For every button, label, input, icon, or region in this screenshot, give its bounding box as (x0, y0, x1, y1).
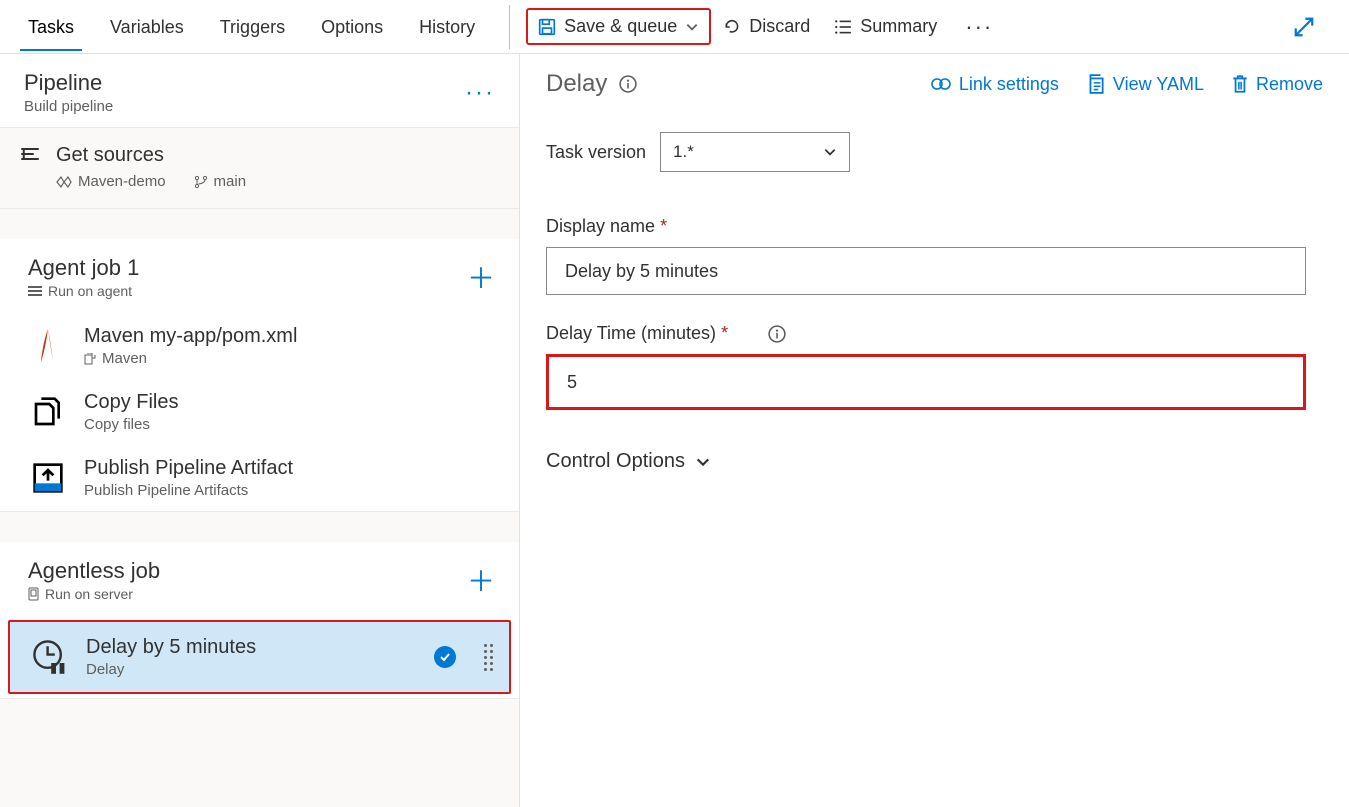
branch-indicator: main (194, 173, 247, 190)
pipeline-sidebar: Pipeline Build pipeline ··· Get sources … (0, 54, 520, 807)
task-success-icon (434, 646, 456, 668)
save-and-queue-label: Save & queue (564, 16, 677, 37)
agentless-job-header[interactable]: Agentless job Run on server ＋ (0, 542, 519, 616)
maven-icon (30, 328, 66, 364)
task-detail-panel: Delay Link settings View YAML Remove (520, 54, 1349, 807)
agent-job-header[interactable]: Agent job 1 Run on agent ＋ (0, 239, 519, 313)
tab-triggers[interactable]: Triggers (202, 3, 303, 50)
task-version-value: 1.* (673, 142, 694, 162)
undo-icon (723, 18, 741, 36)
task-subtitle: Publish Pipeline Artifacts (84, 482, 293, 499)
get-sources-title: Get sources (56, 144, 246, 167)
sources-icon (20, 144, 40, 164)
panel-heading: Delay (546, 70, 637, 98)
task-version-select[interactable]: 1.* (660, 132, 850, 172)
summary-label: Summary (860, 16, 937, 37)
task-subtitle: Delay (86, 661, 256, 678)
tab-variables[interactable]: Variables (92, 3, 202, 50)
chevron-down-icon (823, 145, 837, 159)
chevron-down-icon (695, 454, 711, 470)
add-task-button[interactable]: ＋ (467, 257, 495, 297)
expand-icon[interactable] (1269, 16, 1339, 38)
task-title: Maven my-app/pom.xml (84, 325, 297, 348)
task-subtitle: Maven (84, 350, 297, 367)
add-task-button[interactable]: ＋ (467, 560, 495, 600)
discard-label: Discard (749, 16, 810, 37)
top-tabs-bar: Tasks Variables Triggers Options History… (0, 0, 1349, 54)
remove-button[interactable]: Remove (1232, 74, 1323, 95)
delay-time-input[interactable] (546, 354, 1306, 410)
task-delay[interactable]: Delay by 5 minutes Delay (8, 620, 511, 694)
task-publish-artifact[interactable]: Publish Pipeline Artifact Publish Pipeli… (0, 445, 519, 511)
tab-options[interactable]: Options (303, 3, 401, 50)
save-icon (538, 18, 556, 36)
task-title: Delay by 5 minutes (86, 636, 256, 659)
display-name-input[interactable] (546, 247, 1306, 295)
task-title: Publish Pipeline Artifact (84, 457, 293, 480)
task-maven[interactable]: Maven my-app/pom.xml Maven (0, 313, 519, 379)
copy-icon (30, 394, 66, 430)
more-actions-button[interactable]: ··· (949, 14, 1009, 40)
discard-button[interactable]: Discard (711, 8, 822, 45)
repo-indicator: Maven-demo (56, 173, 166, 190)
delay-icon (32, 639, 68, 675)
save-and-queue-button[interactable]: Save & queue (526, 8, 711, 45)
task-subtitle: Copy files (84, 416, 178, 433)
task-title: Copy Files (84, 391, 178, 414)
agentless-job-title: Agentless job (28, 558, 160, 584)
view-yaml-button[interactable]: View YAML (1087, 74, 1204, 95)
pipeline-more-button[interactable]: ··· (465, 79, 495, 107)
list-icon (834, 18, 852, 36)
publish-icon (30, 460, 66, 496)
control-options-toggle[interactable]: Control Options (546, 438, 711, 473)
separator (509, 5, 510, 49)
info-icon[interactable] (768, 325, 786, 343)
info-icon[interactable] (619, 75, 637, 93)
agent-job-title: Agent job 1 (28, 255, 139, 281)
delay-time-label: Delay Time (minutes) * (546, 323, 1323, 344)
agentless-job-subtitle: Run on server (28, 586, 160, 602)
agent-job-subtitle: Run on agent (28, 283, 139, 299)
summary-button[interactable]: Summary (822, 8, 949, 45)
pipeline-title: Pipeline (24, 70, 113, 96)
pipeline-subtitle: Build pipeline (24, 98, 113, 115)
task-copy-files[interactable]: Copy Files Copy files (0, 379, 519, 445)
display-name-label: Display name * (546, 216, 1323, 237)
get-sources-row[interactable]: Get sources Maven-demo main (0, 128, 519, 208)
pipeline-header[interactable]: Pipeline Build pipeline ··· (0, 54, 519, 127)
tab-history[interactable]: History (401, 3, 493, 50)
task-version-label: Task version (546, 142, 646, 163)
drag-handle-icon[interactable] (484, 644, 493, 671)
link-settings-button[interactable]: Link settings (931, 74, 1059, 95)
tab-tasks[interactable]: Tasks (10, 3, 92, 50)
chevron-down-icon (685, 20, 699, 34)
